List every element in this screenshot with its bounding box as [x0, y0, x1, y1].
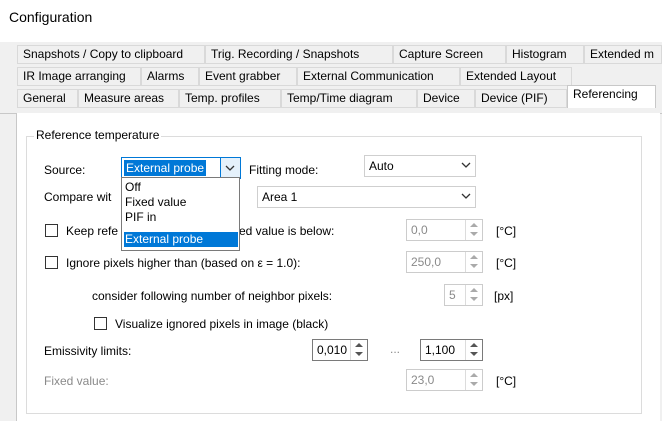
- source-dropdown-button[interactable]: [220, 158, 240, 178]
- emissivity-max-spinner[interactable]: 1,100: [420, 339, 483, 361]
- compare-with-label: Compare wit: [44, 190, 112, 204]
- spinner-buttons[interactable]: [350, 340, 367, 360]
- up-arrow-icon: [470, 288, 478, 292]
- chevron-down-icon: [461, 193, 471, 199]
- source-option-fixed-value[interactable]: Fixed value: [124, 195, 186, 210]
- up-arrow-icon: [470, 343, 478, 347]
- up-arrow-icon: [470, 255, 478, 259]
- source-option-external-probe[interactable]: External probe: [124, 232, 238, 247]
- keep-reference-label-start: Keep refe: [66, 224, 119, 238]
- fixed-value-label: Fixed value:: [44, 374, 109, 388]
- keep-reference-value: 0,0: [411, 223, 428, 237]
- ignore-pixels-unit: [°C]: [496, 256, 517, 270]
- tab-snapshots-copy[interactable]: Snapshots / Copy to clipboard: [17, 45, 205, 64]
- spinner-buttons[interactable]: [465, 340, 482, 360]
- spinner-buttons[interactable]: [465, 220, 482, 240]
- emissivity-min-value: 0,010: [317, 343, 348, 357]
- ignore-pixels-value-spinner[interactable]: 250,0: [406, 251, 483, 273]
- tab-measure-areas[interactable]: Measure areas: [78, 89, 179, 108]
- tab-capture-screen[interactable]: Capture Screen: [393, 45, 506, 64]
- tab-extended-layout[interactable]: Extended Layout: [460, 67, 572, 86]
- ignore-pixels-checkbox[interactable]: [45, 256, 58, 269]
- keep-reference-checkbox[interactable]: [45, 224, 58, 237]
- down-arrow-icon: [470, 382, 478, 386]
- source-selected-value: External probe: [124, 160, 207, 176]
- compare-with-value: Area 1: [262, 190, 298, 204]
- reference-temperature-group: [26, 136, 642, 414]
- down-arrow-icon: [355, 352, 363, 356]
- source-option-off[interactable]: Off: [124, 180, 141, 195]
- keep-reference-unit: [°C]: [496, 224, 517, 238]
- fitting-mode-select[interactable]: Auto: [364, 155, 476, 177]
- tab-external-communication[interactable]: External Communication: [297, 67, 460, 86]
- up-arrow-icon: [470, 373, 478, 377]
- tab-extended-m[interactable]: Extended m: [584, 45, 662, 64]
- tab-device-pif[interactable]: Device (PIF): [475, 89, 567, 108]
- neighbor-pixels-unit: [px]: [494, 289, 514, 303]
- fixed-value-value: 23,0: [411, 373, 435, 387]
- emissivity-max-value: 1,100: [425, 343, 456, 357]
- tab-histogram[interactable]: Histogram: [506, 45, 584, 64]
- up-arrow-icon: [470, 223, 478, 227]
- down-arrow-icon: [470, 264, 478, 268]
- tab-temp-profiles[interactable]: Temp. profiles: [179, 89, 281, 108]
- window-title: Configuration: [9, 9, 93, 25]
- neighbor-pixels-value: 5: [449, 288, 456, 302]
- fixed-value-spinner[interactable]: 23,0: [406, 369, 483, 391]
- source-dropdown-list: Off Fixed value PIF in External probe: [121, 177, 240, 251]
- source-label: Source:: [44, 163, 86, 177]
- source-select[interactable]: External probe: [121, 157, 241, 179]
- keep-reference-label-end: ed value is below:: [239, 224, 335, 238]
- down-arrow-icon: [470, 297, 478, 301]
- spinner-buttons[interactable]: [465, 285, 482, 305]
- compare-with-select[interactable]: Area 1: [257, 186, 476, 208]
- tab-ir-image-arranging[interactable]: IR Image arranging: [17, 67, 141, 86]
- fitting-mode-label: Fitting mode:: [249, 163, 319, 177]
- tab-device[interactable]: Device: [417, 89, 475, 108]
- tab-strip: Snapshots / Copy to clipboard Trig. Reco…: [0, 42, 662, 114]
- tab-temp-time-diagram[interactable]: Temp/Time diagram: [281, 89, 417, 108]
- emissivity-limits-label: Emissivity limits:: [44, 344, 132, 358]
- tab-general[interactable]: General: [17, 89, 78, 108]
- tab-trig-recording[interactable]: Trig. Recording / Snapshots: [205, 45, 393, 64]
- tab-event-grabber[interactable]: Event grabber: [199, 67, 297, 86]
- visualize-ignored-checkbox[interactable]: [94, 317, 107, 330]
- up-arrow-icon: [355, 343, 363, 347]
- fixed-value-unit: [°C]: [496, 374, 517, 388]
- down-arrow-icon: [470, 352, 478, 356]
- neighbor-pixels-label: consider following number of neighbor pi…: [92, 289, 333, 303]
- fitting-mode-value: Auto: [369, 159, 394, 173]
- title-bar: Configuration: [0, 0, 662, 36]
- ignore-pixels-label: Ignore pixels higher than (based on ε = …: [66, 256, 301, 270]
- tab-referencing[interactable]: Referencing: [567, 85, 656, 108]
- emissivity-separator: ...: [390, 342, 401, 356]
- spinner-buttons[interactable]: [465, 252, 482, 272]
- emissivity-min-spinner[interactable]: 0,010: [312, 339, 368, 361]
- down-arrow-icon: [470, 232, 478, 236]
- spinner-buttons[interactable]: [465, 370, 482, 390]
- chevron-down-icon: [461, 162, 471, 168]
- keep-reference-value-spinner[interactable]: 0,0: [406, 219, 483, 241]
- source-option-pif-in[interactable]: PIF in: [124, 210, 156, 225]
- tab-alarms[interactable]: Alarms: [141, 67, 199, 86]
- group-title: Reference temperature: [34, 128, 162, 142]
- visualize-ignored-label: Visualize ignored pixels in image (black…: [115, 317, 329, 331]
- neighbor-pixels-spinner[interactable]: 5: [444, 284, 483, 306]
- ignore-pixels-value: 250,0: [411, 255, 442, 269]
- chevron-down-icon: [225, 165, 235, 171]
